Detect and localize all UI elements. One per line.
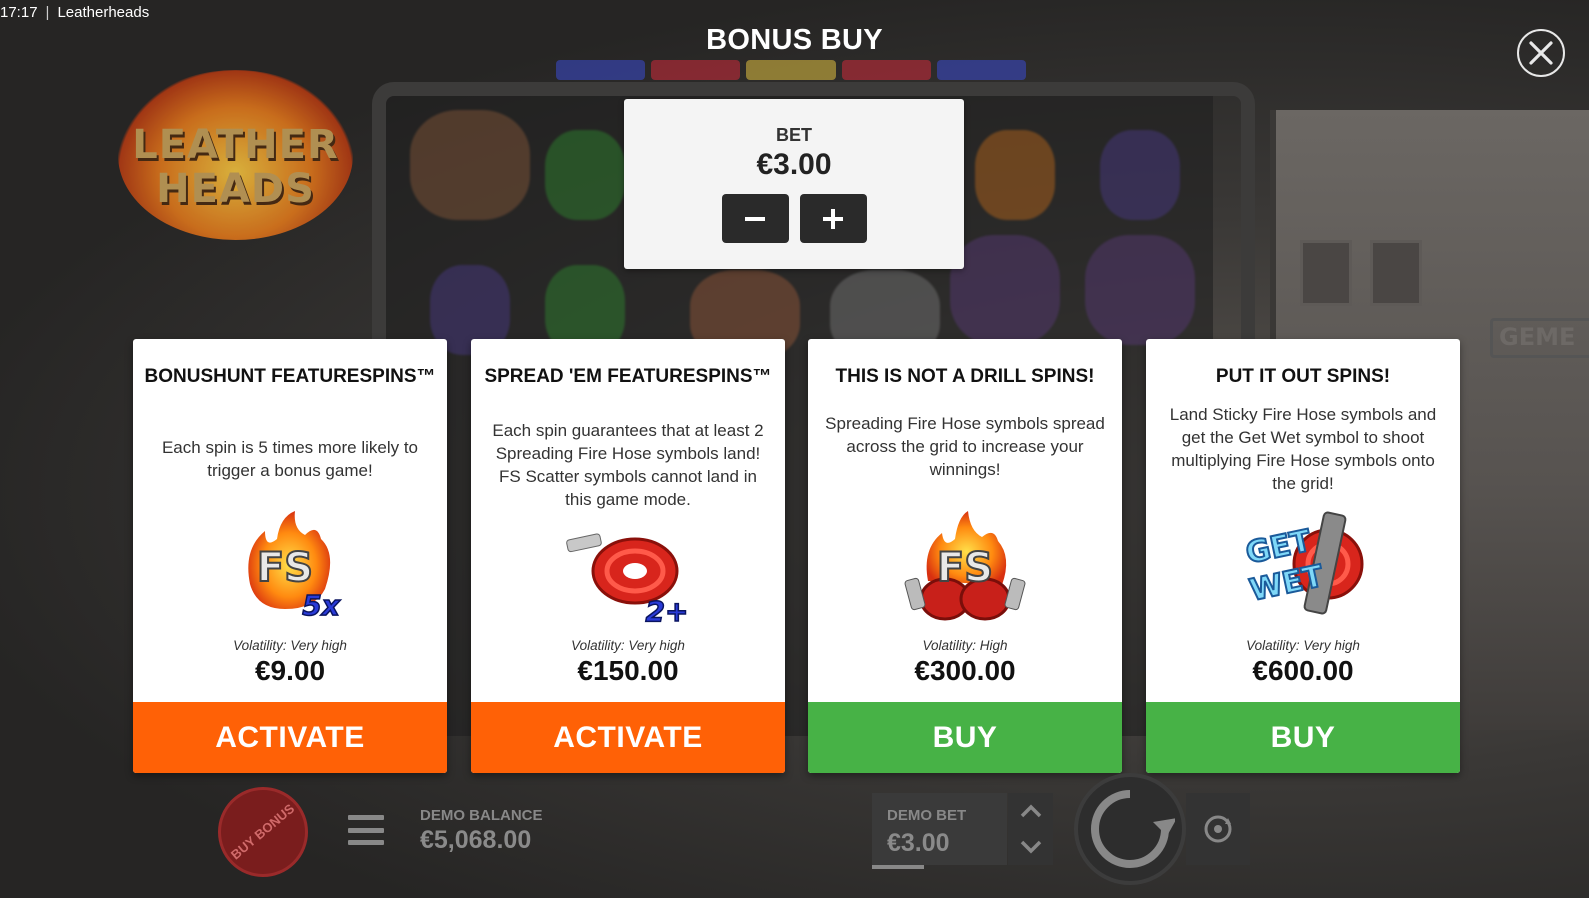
- plus-icon: [823, 208, 843, 229]
- card-volatility: Volatility: Very high: [571, 638, 685, 653]
- app-name: Leatherheads: [57, 4, 150, 21]
- logo-line-1: LEATHER: [132, 122, 339, 168]
- buy-bonus-label: BUY BONUS: [228, 800, 298, 863]
- card-title: BONUSHUNT FEATURESPINS™: [144, 366, 436, 387]
- hamburger-menu-icon[interactable]: [348, 815, 384, 845]
- bonus-card-not-a-drill: THIS IS NOT A DRILL SPINS! Spreading Fir…: [808, 339, 1122, 773]
- buy-button[interactable]: BUY: [808, 702, 1122, 773]
- bet-indicator-bar: [872, 865, 924, 869]
- card-description: Each spin guarantees that at least 2 Spr…: [492, 421, 764, 509]
- svg-text:5x: 5x: [302, 589, 340, 622]
- card-price: €150.00: [577, 655, 679, 686]
- game-logo: LEATHER HEADS: [118, 70, 353, 240]
- card-title: THIS IS NOT A DRILL SPINS!: [835, 366, 1095, 387]
- decrease-bet-button[interactable]: [721, 194, 789, 243]
- close-icon: [1529, 41, 1553, 65]
- reel-symbol: [950, 235, 1060, 345]
- reel-symbol: [1085, 235, 1195, 345]
- demo-bet-label: DEMO BET: [887, 807, 967, 824]
- card-description: Spreading Fire Hose symbols spread acros…: [825, 414, 1105, 479]
- card-description: Each spin is 5 times more likely to trig…: [161, 438, 419, 480]
- status-separator: |: [45, 4, 50, 21]
- reel-symbol: [410, 110, 530, 220]
- get-wet-icon: GET WET: [1242, 511, 1364, 615]
- balance-value: €5,068.00: [420, 826, 532, 854]
- autoplay-button[interactable]: [1186, 793, 1250, 865]
- background-window: [1370, 240, 1422, 306]
- fs-fire-hose-icon: FS: [904, 511, 1026, 621]
- autoplay-icon: [1204, 815, 1232, 843]
- clock: 17:17: [0, 4, 38, 21]
- bottom-control-bar: BUY BONUS DEMO BALANCE €5,068.00 DEMO BE…: [0, 773, 1589, 898]
- svg-text:FS: FS: [257, 545, 313, 591]
- reel-symbol: [1100, 130, 1180, 220]
- card-volatility: Volatility: High: [922, 638, 1008, 653]
- demo-balance: DEMO BALANCE €5,068.00: [420, 807, 543, 855]
- buy-button[interactable]: BUY: [1146, 702, 1460, 773]
- bonus-card-spread-em: SPREAD 'EM FEATURESPINS™ Each spin guara…: [471, 339, 785, 773]
- background-window: [1300, 240, 1352, 306]
- bonus-card-bonushunt: BONUSHUNT FEATURESPINS™ Each spin is 5 t…: [133, 339, 447, 773]
- card-title: PUT IT OUT SPINS!: [1215, 366, 1391, 387]
- demo-bet[interactable]: DEMO BET €3.00: [872, 793, 1007, 869]
- fs-5x-icon: FS 5x: [248, 511, 341, 623]
- bet-panel: BET €3.00: [624, 99, 964, 269]
- logo-line-2: HEADS: [156, 166, 315, 212]
- siren-lights: [556, 60, 1027, 80]
- close-button[interactable]: [1517, 29, 1565, 77]
- status-bar: 17:17 | Leatherheads: [0, 4, 149, 21]
- card-price: €9.00: [254, 655, 326, 686]
- bet-label: BET: [776, 125, 812, 145]
- card-volatility: Volatility: Very high: [1246, 638, 1360, 653]
- bet-value: €3.00: [756, 148, 832, 181]
- card-price: €600.00: [1252, 655, 1354, 686]
- svg-text:FS: FS: [937, 545, 993, 591]
- bonus-card-put-it-out: PUT IT OUT SPINS! Land Sticky Fire Hose …: [1146, 339, 1460, 773]
- reel-symbol: [975, 130, 1055, 220]
- activate-button[interactable]: ACTIVATE: [133, 702, 447, 773]
- increase-bet-button[interactable]: [799, 194, 867, 243]
- card-description: Land Sticky Fire Hose symbols and get th…: [1169, 405, 1437, 493]
- demo-bet-value: €3.00: [887, 829, 950, 857]
- card-title: SPREAD 'EM FEATURESPINS™: [484, 366, 772, 387]
- spin-button[interactable]: [1074, 773, 1186, 885]
- svg-text:2+: 2+: [646, 595, 689, 628]
- fire-hose-2plus-icon: 2+: [566, 533, 689, 629]
- background-sign: GEME: [1490, 318, 1589, 358]
- balance-label: DEMO BALANCE: [420, 807, 543, 824]
- minus-icon: [745, 216, 765, 221]
- bonus-buy-title: BONUS BUY: [706, 24, 883, 56]
- reel-symbol: [545, 130, 625, 220]
- chevron-up-icon[interactable]: [1019, 803, 1043, 819]
- chevron-down-icon[interactable]: [1019, 839, 1043, 855]
- buy-bonus-button[interactable]: BUY BONUS: [218, 787, 308, 877]
- spin-icon: [1091, 790, 1175, 868]
- activate-button[interactable]: ACTIVATE: [471, 702, 785, 773]
- bet-stepper: [1008, 793, 1053, 865]
- card-price: €300.00: [914, 655, 1016, 686]
- card-volatility: Volatility: Very high: [233, 638, 347, 653]
